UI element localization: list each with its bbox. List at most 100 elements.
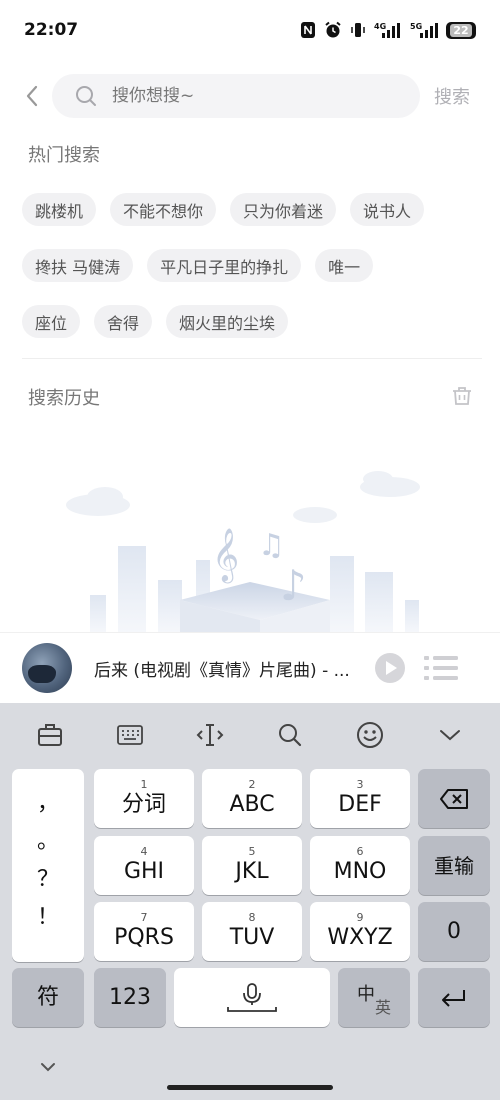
key-label: GHI bbox=[123, 858, 165, 884]
microphone-icon bbox=[227, 982, 277, 1012]
hot-search-tag[interactable]: 不能不想你 bbox=[110, 193, 217, 226]
punct-key-comma[interactable]: ， bbox=[12, 782, 84, 820]
key-label: DEF bbox=[338, 791, 382, 817]
keyboard-search-button[interactable] bbox=[273, 718, 307, 752]
hot-search-tag[interactable]: 只为你着迷 bbox=[230, 193, 337, 226]
key-5-jkl[interactable]: 5 JKL bbox=[202, 836, 302, 895]
chevron-down-icon bbox=[440, 730, 460, 741]
punctuation-column: ， 。 ？ ！ bbox=[12, 769, 84, 962]
key-4-ghi[interactable]: 4 GHI bbox=[94, 836, 194, 895]
numeric-key[interactable]: 123 bbox=[94, 968, 166, 1027]
status-time: 22:07 bbox=[24, 20, 79, 40]
text-cursor-icon bbox=[196, 724, 224, 746]
toolbox-button[interactable] bbox=[33, 718, 67, 752]
enter-icon bbox=[442, 989, 465, 1007]
key-label: MNO bbox=[333, 858, 387, 884]
search-history-title: 搜索历史 bbox=[28, 388, 100, 409]
status-bar: 22:07 4G 5G 22 bbox=[0, 0, 500, 60]
key-label: ABC bbox=[229, 791, 275, 817]
key-number: 8 bbox=[248, 910, 256, 924]
key-number: 7 bbox=[140, 910, 148, 924]
key-6-mno[interactable]: 6 MNO bbox=[310, 836, 410, 895]
key-label: JKL bbox=[235, 858, 269, 884]
key-number: 9 bbox=[356, 910, 364, 924]
key-number: 3 bbox=[356, 777, 364, 791]
space-voice-key[interactable] bbox=[174, 968, 330, 1027]
backspace-icon bbox=[440, 788, 468, 809]
key-label: 符 bbox=[36, 984, 59, 1010]
nfc-icon bbox=[300, 21, 316, 39]
search-icon bbox=[279, 724, 302, 747]
key-number: 6 bbox=[356, 844, 364, 858]
key-0[interactable]: 0 bbox=[418, 902, 490, 961]
keyboard-icon bbox=[117, 725, 143, 745]
hot-search-tag[interactable]: 舍得 bbox=[94, 305, 153, 338]
search-icon bbox=[76, 86, 96, 106]
album-cover[interactable] bbox=[22, 643, 72, 693]
hot-search-tag[interactable]: 平凡日子里的挣扎 bbox=[147, 249, 302, 282]
svg-text:♪: ♪ bbox=[280, 561, 307, 610]
search-header: 搜索 bbox=[0, 74, 500, 118]
symbol-key[interactable]: 符 bbox=[12, 968, 84, 1027]
clear-history-button[interactable] bbox=[450, 383, 474, 407]
punct-key-period[interactable]: 。 bbox=[12, 820, 84, 858]
enter-key[interactable] bbox=[418, 968, 490, 1027]
search-input[interactable] bbox=[112, 86, 372, 106]
back-button[interactable] bbox=[12, 74, 52, 118]
now-playing-title[interactable]: 后来 (电视剧《真情》片尾曲) - ... bbox=[94, 656, 356, 681]
key-7-pqrs[interactable]: 7 PQRS bbox=[94, 902, 194, 961]
key-9-wxyz[interactable]: 9 WXYZ bbox=[310, 902, 410, 961]
keyboard-layout-button[interactable] bbox=[113, 718, 147, 752]
key-number: 2 bbox=[248, 777, 256, 791]
key-label: 123 bbox=[109, 984, 151, 1010]
svg-text:4G: 4G bbox=[374, 22, 386, 31]
language-switch-key[interactable]: 中 英 bbox=[338, 968, 410, 1027]
search-box[interactable] bbox=[52, 74, 420, 118]
cellular-5g-icon: 5G bbox=[408, 21, 438, 39]
play-icon[interactable] bbox=[374, 652, 406, 684]
tag-row: 跳楼机 不能不想你 只为你着迷 说书人 bbox=[22, 193, 482, 226]
hot-search-tag[interactable]: 座位 bbox=[22, 305, 81, 338]
lang-switch-content: 中 英 bbox=[349, 978, 399, 1018]
hot-search-tag[interactable]: 烟火里的尘埃 bbox=[166, 305, 289, 338]
key-2-abc[interactable]: 2 ABC bbox=[202, 769, 302, 828]
svg-text:5G: 5G bbox=[410, 22, 422, 31]
status-icons: 4G 5G 22 bbox=[300, 21, 476, 39]
hot-search-tag[interactable]: 搀扶 马健涛 bbox=[22, 249, 134, 282]
tag-row: 搀扶 马健涛 平凡日子里的挣扎 唯一 bbox=[22, 249, 482, 282]
collapse-keyboard-button[interactable] bbox=[433, 718, 467, 752]
key-label: WXYZ bbox=[327, 924, 393, 950]
key-label: PQRS bbox=[114, 924, 174, 950]
toolbox-icon bbox=[38, 724, 62, 746]
hot-search-tag[interactable]: 唯一 bbox=[315, 249, 374, 282]
trash-icon bbox=[453, 387, 471, 405]
hot-search-title: 热门搜索 bbox=[28, 145, 100, 166]
tag-row: 座位 舍得 烟火里的尘埃 bbox=[22, 305, 482, 338]
retype-key[interactable]: 重输 bbox=[418, 836, 490, 895]
alarm-icon bbox=[324, 21, 342, 39]
punct-key-question[interactable]: ？ bbox=[12, 858, 84, 896]
backspace-key[interactable] bbox=[418, 769, 490, 828]
key-number: 5 bbox=[248, 844, 256, 858]
vibrate-icon bbox=[350, 21, 366, 39]
search-button[interactable]: 搜索 bbox=[434, 83, 470, 109]
hot-search-tag[interactable]: 跳楼机 bbox=[22, 193, 97, 226]
cursor-button[interactable] bbox=[193, 718, 227, 752]
punct-key-exclaim[interactable]: ！ bbox=[12, 896, 84, 934]
playlist-icon[interactable] bbox=[424, 654, 458, 682]
emoji-button[interactable] bbox=[353, 718, 387, 752]
emoji-icon bbox=[357, 722, 383, 748]
key-3-def[interactable]: 3 DEF bbox=[310, 769, 410, 828]
svg-text:𝄞: 𝄞 bbox=[212, 527, 239, 583]
hide-keyboard-chevron-icon[interactable] bbox=[36, 1058, 60, 1078]
key-8-tuv[interactable]: 8 TUV bbox=[202, 902, 302, 961]
battery-icon: 22 bbox=[446, 21, 476, 39]
key-label: 分词 bbox=[121, 791, 166, 817]
hot-search-tags: 跳楼机 不能不想你 只为你着迷 说书人 搀扶 马健涛 平凡日子里的挣扎 唯一 座… bbox=[22, 193, 482, 361]
home-indicator[interactable] bbox=[167, 1085, 333, 1090]
lang-main-label: 中 bbox=[357, 983, 375, 1005]
key-1-segment[interactable]: 1 分词 bbox=[94, 769, 194, 828]
mini-player[interactable]: 后来 (电视剧《真情》片尾曲) - ... bbox=[0, 632, 500, 703]
empty-history-illustration: 𝄞 ♫ ♪ bbox=[66, 471, 420, 632]
hot-search-tag[interactable]: 说书人 bbox=[350, 193, 425, 226]
